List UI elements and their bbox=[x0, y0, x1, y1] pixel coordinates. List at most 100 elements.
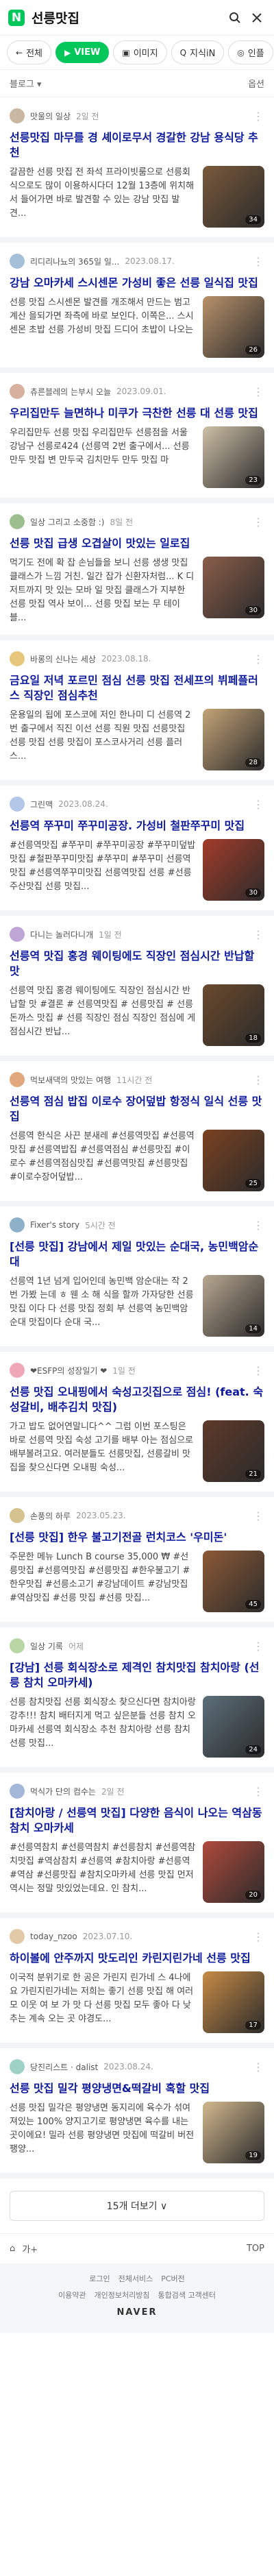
post-snippet[interactable]: 선릉 맛집 밀각은 평양냉면 동지리에 육수가 섞여져있는 100% 양지고기로… bbox=[10, 2102, 196, 2163]
post-item[interactable]: 리디리나뇨의 365일 일... 2023.08.17. ⋮ 강남 오마카세 스… bbox=[0, 243, 274, 373]
post-item[interactable]: 손풍의 하루 2023.05.23. ⋮ [선릉 맛집] 한우 불고기전골 런치… bbox=[0, 1497, 274, 1627]
post-thumbnail[interactable]: 19 bbox=[203, 2102, 264, 2163]
post-thumbnail[interactable]: 26 bbox=[203, 296, 264, 358]
author-name[interactable]: 일상 그리고 소중함 :) bbox=[30, 516, 105, 528]
post-title[interactable]: 선릉맛집 마무를 경 셰이로무서 경갈한 강남 용식당 추천 bbox=[10, 130, 264, 160]
post-item[interactable]: ❤ESFP의 성장일기 ❤ 1일 전 ⋮ 선릉 맛집 오내핑에서 숙성고깃집으로… bbox=[0, 1352, 274, 1497]
post-thumbnail[interactable]: 24 bbox=[203, 1696, 264, 1758]
more-icon[interactable]: ⋮ bbox=[253, 1785, 264, 1798]
post-item[interactable]: 맛울의 일상 2일 전 ⋮ 선릉맛집 마무를 경 셰이로무서 경갈한 강남 용식… bbox=[0, 97, 274, 243]
tab-view[interactable]: ▶ VIEW bbox=[55, 42, 110, 63]
post-title[interactable]: [참치아랑 / 선릉역 맛집] 다양한 음식이 나오는 역삼동 참치 오마카세 bbox=[10, 1806, 264, 1836]
post-snippet[interactable]: #선릉역맛집 #쭈꾸미 #쭈꾸미공장 #쭈꾸미덮밥맛집 #철판쭈꾸미맛집 #쭈꾸… bbox=[10, 839, 196, 901]
post-item[interactable]: 바롱의 신나는 세상 2023.08.18. ⋮ 금요일 저녁 포르민 점심 선… bbox=[0, 640, 274, 786]
post-title[interactable]: 선릉 맛집 밀각 평양냉면&떡갈비 혹할 맛집 bbox=[10, 2081, 264, 2096]
blog-filter-dropdown[interactable]: 블로그 ▾ bbox=[10, 77, 42, 90]
footer-help-link[interactable]: 통합검색 고객센터 bbox=[158, 2289, 215, 2300]
author-name[interactable]: 당진리스트 · dalist bbox=[30, 2061, 98, 2073]
post-snippet[interactable]: 갈끔한 선릉 맛집 전 좌석 프라이빗룸으로 선릉회식으로도 많이 이용하시다더… bbox=[10, 166, 196, 228]
avatar[interactable] bbox=[10, 927, 25, 942]
post-item[interactable]: 먹보새댁의 맛있는 여행 11시간 전 ⋮ 선릉역 점심 밥집 이로수 장어덮밥… bbox=[0, 1061, 274, 1206]
post-item[interactable]: 먹식가 단의 컴수는 2일 전 ⋮ [참치아랑 / 선릉역 맛집] 다양한 음식… bbox=[0, 1773, 274, 1918]
post-snippet[interactable]: 먹기도 전에 확 잡 손님들을 보니 선릉 생생 맛집 클래스가 느낌 거친. … bbox=[10, 557, 196, 625]
avatar[interactable] bbox=[10, 108, 25, 123]
author-name[interactable]: 맛울의 일상 bbox=[30, 110, 71, 122]
post-thumbnail[interactable]: 34 bbox=[203, 166, 264, 228]
post-snippet[interactable]: 가고 밥도 없어연말니다^^ 그럼 이번 포스팅은 바로 선릉역 맛집 숙성 고… bbox=[10, 1420, 196, 1482]
post-title[interactable]: 선릉역 맛집 홍경 웨이팅에도 직장인 점심시간 반납할 맛 bbox=[10, 949, 264, 979]
post-thumbnail[interactable]: 14 bbox=[203, 1275, 264, 1337]
post-title[interactable]: 선릉 맛집 급생 오겹살이 맛있는 일로집 bbox=[10, 536, 264, 551]
post-snippet[interactable]: 이국적 분위기로 한 공은 가린지 린가네 스 4나에 요 가린지린가네는 저희… bbox=[10, 1971, 196, 2033]
more-icon[interactable]: ⋮ bbox=[253, 110, 264, 123]
avatar[interactable] bbox=[10, 384, 25, 399]
footer-pc-version-link[interactable]: PC버전 bbox=[161, 2273, 185, 2284]
avatar[interactable] bbox=[10, 514, 25, 529]
author-name[interactable]: 바롱의 신나는 세상 bbox=[30, 653, 96, 665]
avatar[interactable] bbox=[10, 1638, 25, 1653]
post-item[interactable]: today_nzoo 2023.07.10. ⋮ 하이볼에 안주까지 맛도리인 … bbox=[0, 1918, 274, 2048]
more-icon[interactable]: ⋮ bbox=[253, 515, 264, 528]
search-icon[interactable] bbox=[226, 9, 244, 27]
post-snippet[interactable]: 선릉 참치맛집 선릉 회식장소 찾으신다면 참치아랑 강추!!! 참치 배터지게… bbox=[10, 1696, 196, 1758]
more-icon[interactable]: ⋮ bbox=[253, 798, 264, 811]
footer-all-services-link[interactable]: 전체서비스 bbox=[119, 2273, 153, 2284]
avatar[interactable] bbox=[10, 254, 25, 269]
post-title[interactable]: 선릉역 점심 밥집 이로수 장어덮밥 항정식 일식 선릉 맛집 bbox=[10, 1094, 264, 1124]
post-thumbnail[interactable]: 17 bbox=[203, 1971, 264, 2033]
avatar[interactable] bbox=[10, 1072, 25, 1087]
more-icon[interactable]: ⋮ bbox=[253, 653, 264, 666]
post-title[interactable]: 금요일 저녁 포르민 점심 선릉 맛집 전세프의 뷔페플러스 직장인 점심추천 bbox=[10, 673, 264, 703]
post-thumbnail[interactable]: 45 bbox=[203, 1551, 264, 1612]
naver-logo[interactable]: N bbox=[8, 9, 25, 26]
avatar[interactable] bbox=[10, 1929, 25, 1944]
post-title[interactable]: 하이볼에 안주까지 맛도리인 카린지린가네 선릉 맛집 bbox=[10, 1951, 264, 1966]
post-item[interactable]: 다니는 놀러다니개 1일 전 ⋮ 선릉역 맛집 홍경 웨이팅에도 직장인 점심시… bbox=[0, 916, 274, 1061]
post-snippet[interactable]: 선릉 맛집 스시센몬 발견를 개조해서 만드는 범고 계산 을되가면 좌측에 바… bbox=[10, 296, 196, 358]
more-icon[interactable]: ⋮ bbox=[253, 1930, 264, 1943]
tab-kin[interactable]: Q 지식iN bbox=[171, 40, 225, 64]
post-snippet[interactable]: 우리집만두 선릉 맛집 우리집만두 선릉점을 서울 강남구 선릉로424 (선릉… bbox=[10, 426, 196, 488]
post-snippet[interactable]: 주문한 메뉴 Lunch B course 35,000 ₩ #선릉맛집 #선릉… bbox=[10, 1551, 196, 1612]
post-thumbnail[interactable]: 25 bbox=[203, 1130, 264, 1191]
author-name[interactable]: ❤ESFP의 성장일기 ❤ bbox=[30, 1365, 107, 1376]
post-item[interactable]: 일상 기록 어제 ⋮ [강남] 선릉 회식장소로 제격인 참치맛집 참치아랑 (… bbox=[0, 1627, 274, 1773]
post-item[interactable]: Fixer's story 5시간 전 ⋮ [선릉 맛집] 강남에서 제일 맛있… bbox=[0, 1206, 274, 1352]
more-icon[interactable]: ⋮ bbox=[253, 1640, 264, 1653]
author-name[interactable]: 손풍의 하루 bbox=[30, 1510, 71, 1522]
more-icon[interactable]: ⋮ bbox=[253, 928, 264, 941]
post-snippet[interactable]: 선릉역 한식은 사끈 분새레 #선릉역맛집 #선릉역맛집 #선릉역밥집 #선릉역… bbox=[10, 1130, 196, 1191]
tab-images[interactable]: ▣ 이미지 bbox=[113, 40, 167, 64]
author-name[interactable]: 그린맥 bbox=[30, 799, 53, 810]
avatar[interactable] bbox=[10, 1508, 25, 1523]
avatar[interactable] bbox=[10, 2059, 25, 2074]
post-thumbnail[interactable]: 28 bbox=[203, 709, 264, 770]
more-icon[interactable]: ⋮ bbox=[253, 1509, 264, 1522]
author-name[interactable]: 먹식가 단의 컴수는 bbox=[30, 1786, 96, 1797]
avatar[interactable] bbox=[10, 651, 25, 666]
author-name[interactable]: 다니는 놀러다니개 bbox=[30, 929, 93, 940]
author-name[interactable]: 일상 기록 bbox=[30, 1640, 63, 1652]
post-title[interactable]: 선릉역 쭈꾸미 쭈꾸미공장. 가성비 철판쭈꾸미 맛집 bbox=[10, 818, 264, 834]
options-button[interactable]: 옵션 bbox=[248, 77, 264, 90]
footer-privacy-link[interactable]: 개인정보처리방침 bbox=[95, 2289, 150, 2300]
post-item[interactable]: 그린맥 2023.08.24. ⋮ 선릉역 쭈꾸미 쭈꾸미공장. 가성비 철판쭈… bbox=[0, 786, 274, 916]
more-results-button[interactable]: 15개 더보기 ∨ bbox=[10, 2191, 264, 2221]
post-thumbnail[interactable]: 18 bbox=[203, 984, 264, 1046]
author-name[interactable]: 먹보새댁의 맛있는 여행 bbox=[30, 1074, 111, 1086]
tab-all[interactable]: ← 전체 bbox=[7, 40, 51, 64]
post-snippet[interactable]: 선릉역 맛집 홍경 웨이팅에도 직장인 점심시간 반납할 맛 #결론 # 선릉역… bbox=[10, 984, 196, 1046]
post-title[interactable]: [선릉 맛집] 강남에서 제일 맛있는 순대국, 농민백암순대 bbox=[10, 1239, 264, 1269]
post-thumbnail[interactable]: 23 bbox=[203, 426, 264, 488]
post-title[interactable]: 강남 오마카세 스시센몬 가성비 좋은 선릉 일식집 맛집 bbox=[10, 276, 264, 291]
post-thumbnail[interactable]: 30 bbox=[203, 557, 264, 618]
home-icon[interactable]: ⌂ bbox=[10, 2244, 15, 2254]
post-snippet[interactable]: 운용일의 됩에 포스코에 저인 한나미 디 선릉역 2번 출구에서 직진 이선 … bbox=[10, 709, 196, 770]
post-title[interactable]: 선릉 맛집 오내핑에서 숙성고깃집으로 점심! (feat. 숙성갈비, 배추김… bbox=[10, 1385, 264, 1415]
close-icon[interactable] bbox=[248, 9, 266, 27]
tab-influencer[interactable]: ◎ 인플 bbox=[228, 40, 273, 64]
more-icon[interactable]: ⋮ bbox=[253, 385, 264, 398]
post-thumbnail[interactable]: 21 bbox=[203, 1420, 264, 1482]
post-title[interactable]: 우리집만두 늘면하나 미쿠가 극찬한 선릉 대 선릉 맛집 bbox=[10, 406, 264, 421]
post-item[interactable]: 당진리스트 · dalist 2023.08.24. ⋮ 선릉 맛집 밀각 평양… bbox=[0, 2048, 274, 2178]
